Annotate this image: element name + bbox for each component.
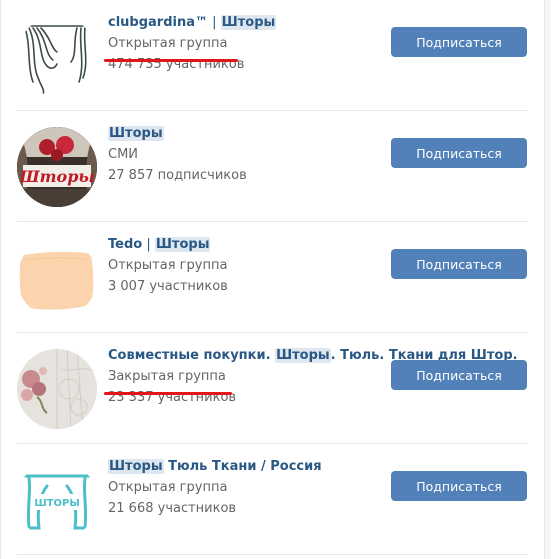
logo-text: ШТОРЫ bbox=[34, 498, 79, 509]
search-match-highlight: Шторы bbox=[108, 126, 164, 141]
subscribe-button[interactable]: Подписаться bbox=[391, 249, 527, 279]
group-name-part: Тюль Ткани / Россия bbox=[163, 459, 322, 474]
search-result-row: Совместные покупки. Шторы. Тюль. Ткани д… bbox=[1, 333, 544, 444]
curtain-line-icon bbox=[22, 25, 90, 95]
search-result-row: Tedo | Шторы Открытая группа 3 007 участ… bbox=[1, 222, 544, 333]
group-name-part: Tedo bbox=[108, 237, 143, 252]
search-match-highlight: Шторы bbox=[108, 459, 164, 474]
lace-flowers-photo bbox=[17, 349, 97, 429]
search-match-highlight: Шторы bbox=[275, 348, 331, 363]
title-separator: | bbox=[208, 15, 221, 30]
member-count: 3 007 участников bbox=[108, 279, 228, 294]
group-avatar[interactable] bbox=[17, 238, 97, 318]
group-name-part: Совместные покупки. bbox=[108, 348, 276, 363]
subscribe-button[interactable]: Подписаться bbox=[391, 27, 527, 57]
search-match-highlight: Шторы bbox=[154, 237, 211, 252]
search-result-row: clubgardina™ | Шторы Открытая группа 474… bbox=[1, 0, 544, 111]
group-avatar[interactable]: ШТОРЫ bbox=[17, 460, 97, 540]
curtain-photo-logo: Шторы bbox=[17, 127, 97, 207]
search-match-highlight: Шторы bbox=[220, 15, 277, 30]
search-result-row: Шторы Шторы СМИ 27 857 подписчиков Подпи… bbox=[1, 111, 544, 222]
logo-text: Шторы bbox=[18, 167, 94, 186]
annotation-underline bbox=[104, 59, 238, 62]
subscriber-count: 27 857 подписчиков bbox=[108, 168, 247, 183]
member-count: 21 668 участников bbox=[108, 501, 237, 516]
group-avatar[interactable] bbox=[17, 16, 97, 96]
search-result-row: ШТОРЫ Шторы Тюль Ткани / Россия Открытая… bbox=[1, 444, 544, 555]
annotation-underline bbox=[104, 392, 232, 395]
title-separator: | bbox=[142, 237, 155, 252]
group-avatar[interactable]: Шторы bbox=[17, 127, 97, 207]
subscribe-button[interactable]: Подписаться bbox=[391, 471, 527, 501]
group-name-part: clubgardina™ bbox=[108, 15, 209, 30]
group-avatar[interactable] bbox=[17, 349, 97, 429]
subscribe-button[interactable]: Подписаться bbox=[391, 360, 527, 390]
subscribe-button[interactable]: Подписаться bbox=[391, 138, 527, 168]
curtain-logo-icon: ШТОРЫ bbox=[23, 474, 91, 530]
page-background-strip bbox=[545, 0, 551, 559]
row-divider bbox=[17, 554, 528, 555]
peach-fabric-swatch bbox=[19, 251, 94, 310]
